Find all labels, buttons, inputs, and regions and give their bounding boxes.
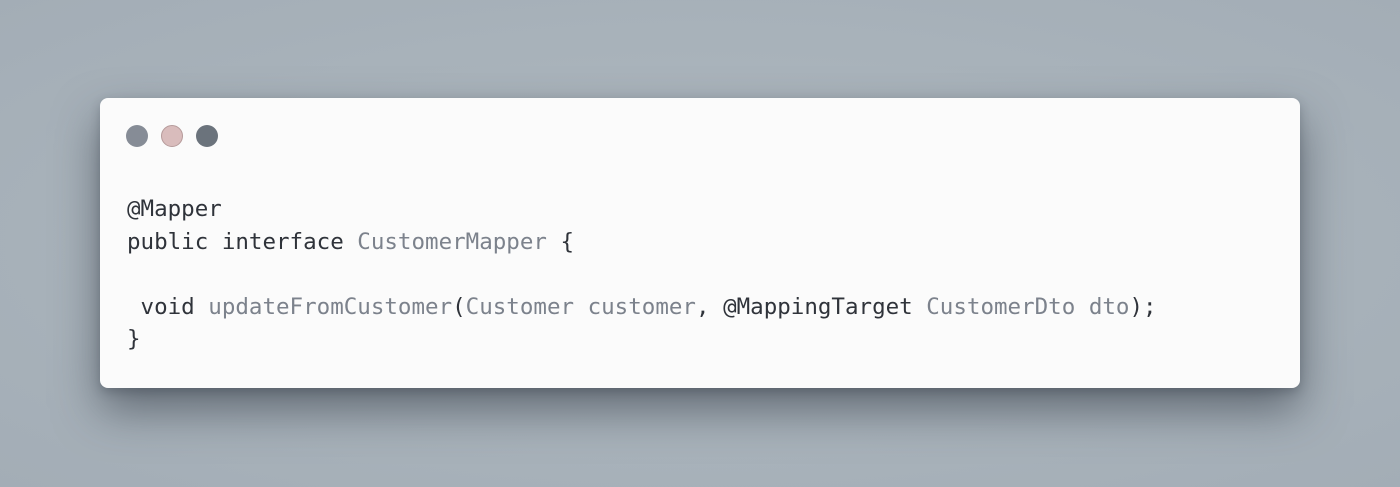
param1-name: customer	[587, 293, 696, 320]
code-line-5: }	[127, 323, 1157, 356]
open-brace: {	[546, 228, 575, 255]
code-line-1: @Mapper	[127, 193, 1157, 226]
code-window: @Mapper public interface CustomerMapper {…	[100, 98, 1300, 388]
close-paren: );	[1129, 293, 1157, 320]
code-line-2: public interface CustomerMapper {	[127, 226, 1157, 259]
mapping-target-annotation: @MappingTarget	[723, 293, 913, 320]
keyword-void: void	[127, 293, 195, 320]
param1-type: Customer	[465, 293, 575, 320]
close-dot-icon[interactable]	[126, 125, 148, 147]
keyword-public: public	[127, 228, 209, 255]
interface-name: CustomerMapper	[357, 228, 547, 255]
param2-type: CustomerDto	[926, 293, 1076, 320]
code-block: @Mapper public interface CustomerMapper {…	[127, 193, 1157, 356]
minimize-dot-icon[interactable]	[161, 125, 183, 147]
mapper-annotation: @Mapper	[127, 196, 222, 222]
open-paren: (	[452, 293, 466, 320]
window-controls	[126, 125, 218, 147]
keyword-interface: interface	[221, 228, 344, 255]
code-line-4: void updateFromCustomer(Customer custome…	[127, 291, 1157, 324]
param2-name: dto	[1088, 293, 1130, 320]
maximize-dot-icon[interactable]	[196, 125, 218, 147]
method-name: updateFromCustomer	[208, 293, 453, 320]
close-brace: }	[127, 326, 141, 352]
comma: ,	[695, 293, 724, 320]
